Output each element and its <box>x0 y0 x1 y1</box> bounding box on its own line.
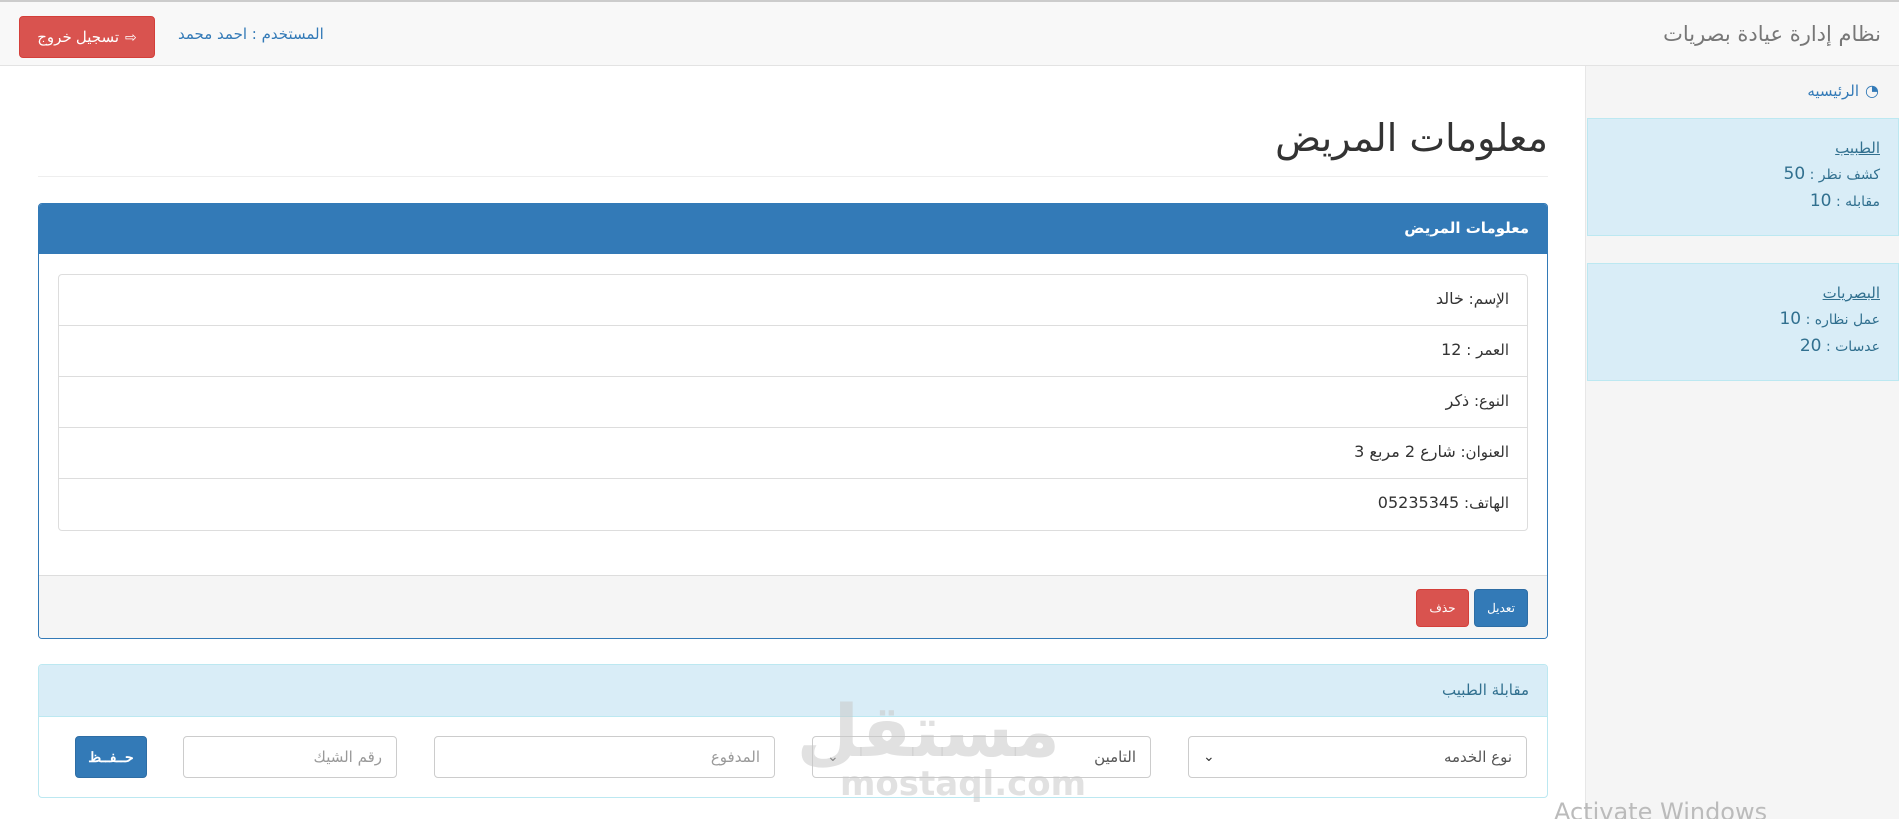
stat-label: مقابله : <box>1835 194 1880 210</box>
doctor-summary-title[interactable]: الطبيب <box>1606 139 1880 157</box>
patient-details-list: الإسم: خالد العمر : 12 النوع: ذكر العنوا… <box>58 274 1528 531</box>
list-item: الهاتف: 05235345 <box>59 479 1527 530</box>
chevron-down-icon: ⌄ <box>1203 749 1215 765</box>
service-type-select[interactable]: نوع الخدمه ⌄ <box>1188 736 1527 778</box>
current-user-link[interactable]: المستخدم : احمد محمد <box>178 25 324 43</box>
field-label: العمر : <box>1466 341 1509 359</box>
doctor-summary-box: الطبيب كشف نظر : 50 مقابله : 10 <box>1587 118 1899 236</box>
list-item: الإسم: خالد <box>59 275 1527 326</box>
stat-value: 10 <box>1779 309 1802 329</box>
top-navbar: نظام إدارة عيادة بصريات المستخدم : احمد … <box>0 0 1899 66</box>
cheque-number-input[interactable]: رقم الشيك <box>183 736 397 778</box>
sidebar-home-label: الرئيسيه <box>1807 81 1860 100</box>
brand-title[interactable]: نظام إدارة عيادة بصريات <box>1663 22 1881 46</box>
field-label: الإسم: <box>1468 290 1509 308</box>
sidebar: ◔ الرئيسيه الطبيب كشف نظر : 50 مقابله : … <box>1585 66 1899 819</box>
paid-placeholder: المدفوع <box>710 748 760 766</box>
stat-value: 20 <box>1799 336 1822 356</box>
optics-summary-box: البصريات عمل نظاره : 10 عدسات : 20 <box>1587 263 1899 381</box>
watermark-logo: مستقل mostaql.com <box>796 689 1087 804</box>
patient-info-panel: معلومات المريض الإسم: خالد العمر : 12 ال… <box>38 203 1548 639</box>
field-value: شارع 2 مربع 3 <box>1354 442 1456 461</box>
watermark-arabic: مستقل <box>796 689 1060 773</box>
delete-button[interactable]: حذف <box>1416 589 1469 627</box>
optics-summary-title[interactable]: البصريات <box>1606 284 1880 302</box>
field-value: 05235345 <box>1377 493 1460 512</box>
list-item: العمر : 12 <box>59 326 1527 377</box>
optics-summary-line: عمل نظاره : 10 <box>1606 306 1880 333</box>
logout-label: تسجيل خروج <box>37 29 120 46</box>
appointment-panel-heading: مقابلة الطبيب <box>39 665 1547 717</box>
list-item: العنوان: شارع 2 مربع 3 <box>59 428 1527 479</box>
field-label: الهاتف: <box>1464 494 1509 512</box>
doctor-summary-line: مقابله : 10 <box>1606 188 1880 215</box>
stat-value: 10 <box>1809 191 1832 211</box>
insurance-value: التامين <box>1094 748 1136 766</box>
field-value: خالد <box>1435 289 1464 308</box>
sidebar-item-home[interactable]: ◔ الرئيسيه <box>1807 81 1879 100</box>
logout-button[interactable]: ⇨ تسجيل خروج <box>19 16 155 58</box>
cheque-placeholder: رقم الشيك <box>313 748 382 766</box>
dashboard-icon: ◔ <box>1865 81 1879 100</box>
watermark-latin: mostaql.com <box>840 764 1087 804</box>
title-divider <box>38 176 1548 177</box>
field-label: النوع: <box>1473 392 1509 410</box>
save-button[interactable]: حــفــظ <box>75 736 147 778</box>
page-title: معلومات المريض <box>1275 116 1548 160</box>
stat-value: 50 <box>1783 164 1806 184</box>
activate-windows-overlay: Activate Windows <box>1554 798 1768 819</box>
list-item: النوع: ذكر <box>59 377 1527 428</box>
optics-summary-line: عدسات : 20 <box>1606 333 1880 360</box>
paid-amount-input[interactable]: المدفوع <box>434 736 775 778</box>
patient-panel-heading: معلومات المريض <box>39 204 1547 254</box>
edit-button[interactable]: تعديل <box>1474 589 1528 627</box>
stat-label: عدسات : <box>1825 339 1880 355</box>
sign-out-icon: ⇨ <box>125 28 137 45</box>
field-value: ذكر <box>1445 391 1470 410</box>
doctor-appointment-panel: مقابلة الطبيب نوع الخدمه ⌄ التامين ⌄ الم… <box>38 664 1548 798</box>
service-type-value: نوع الخدمه <box>1443 748 1512 766</box>
stat-label: عمل نظاره : <box>1805 312 1880 328</box>
field-label: العنوان: <box>1460 443 1510 461</box>
patient-panel-footer: تعديل حذف <box>39 575 1547 638</box>
main-content: معلومات المريض معلومات المريض الإسم: خال… <box>38 66 1548 819</box>
stat-label: كشف نظر : <box>1809 167 1880 183</box>
field-value: 12 <box>1441 340 1462 359</box>
doctor-summary-line: كشف نظر : 50 <box>1606 161 1880 188</box>
